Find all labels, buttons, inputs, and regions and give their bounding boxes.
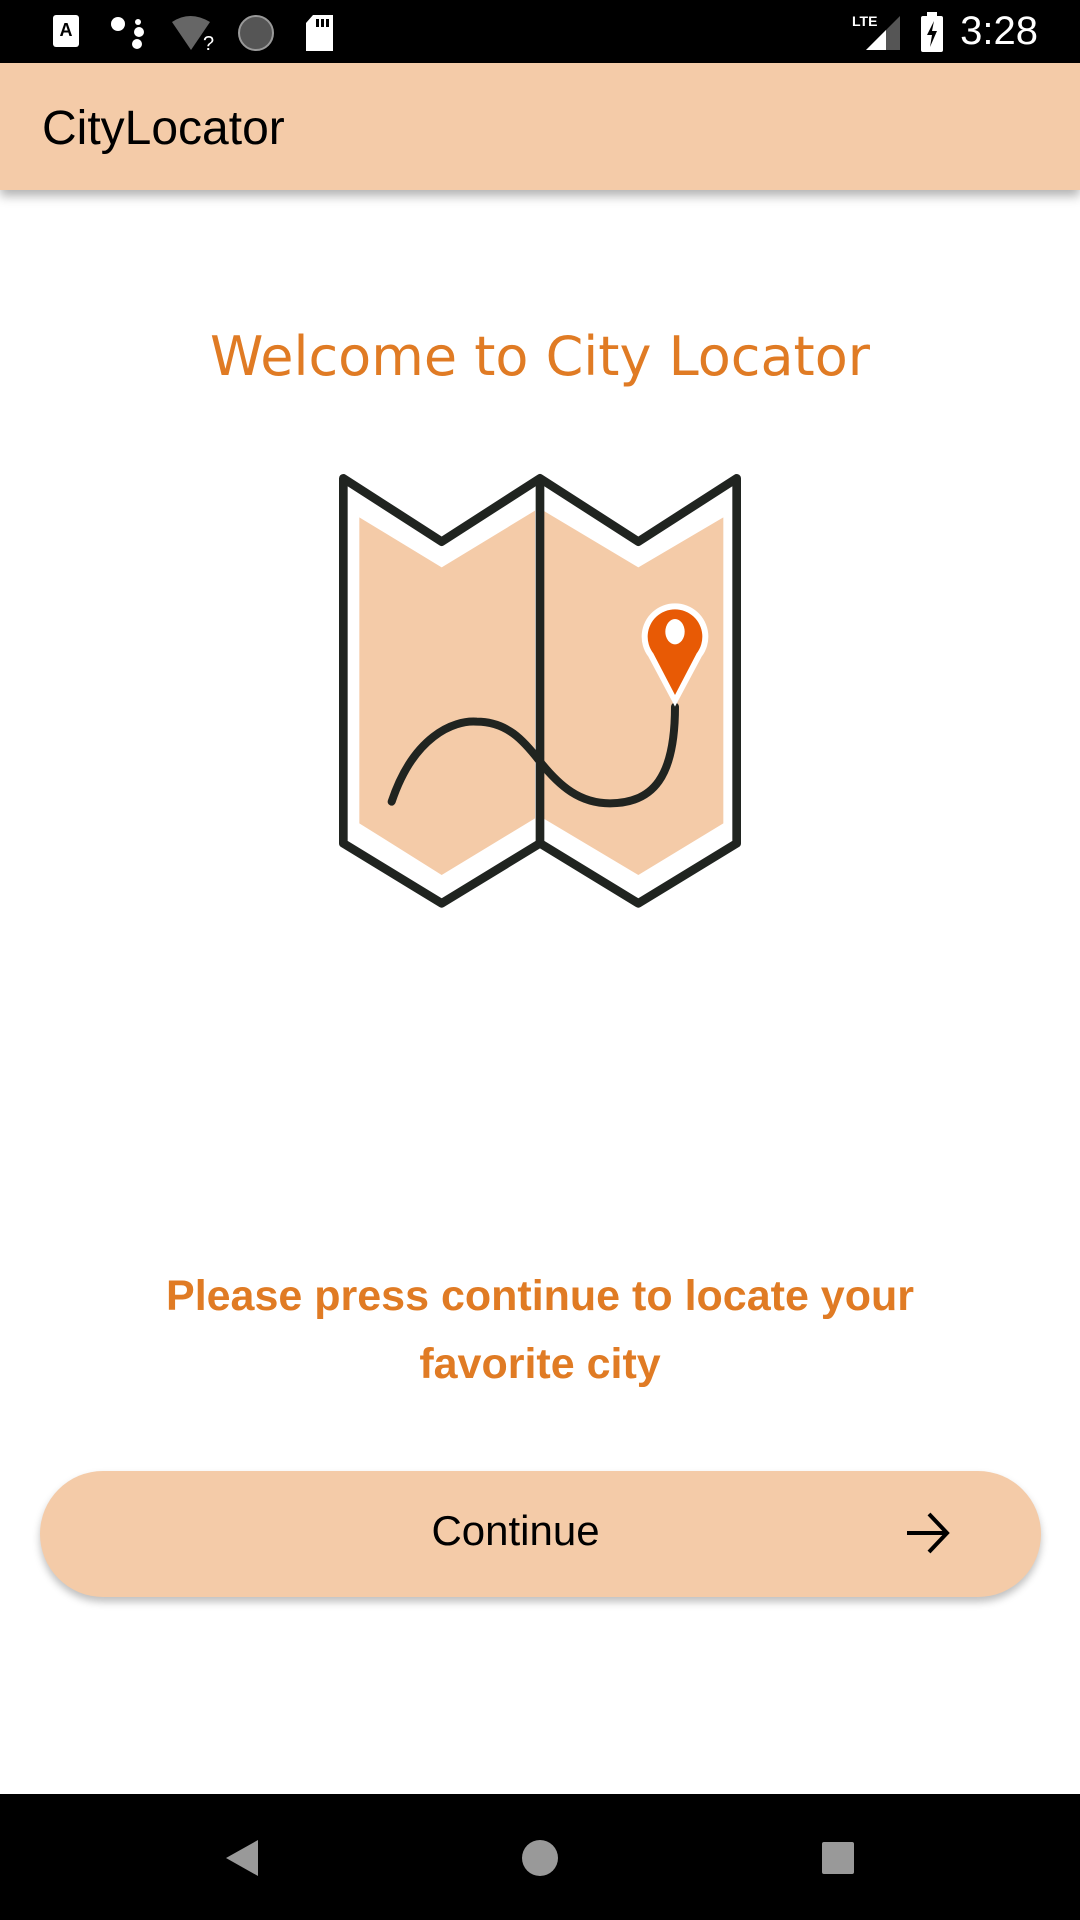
map-left-panel: [359, 510, 535, 875]
svg-text:LTE: LTE: [852, 13, 877, 29]
signal-icon: LTE: [852, 13, 900, 50]
instruction-text: Please press continue to locate your fav…: [166, 1272, 914, 1388]
battery-charging-icon: [921, 12, 943, 52]
recents-button[interactable]: [820, 1840, 856, 1876]
continue-label: Continue: [431, 1507, 600, 1554]
clock: 3:28: [960, 9, 1038, 53]
wifi-unknown-icon: ?: [172, 16, 214, 54]
home-button[interactable]: [520, 1838, 560, 1878]
sync-icon: [238, 15, 274, 51]
svg-text:A: A: [60, 20, 73, 40]
map-right-panel: [543, 510, 724, 875]
app-bar: CityLocator: [0, 63, 1080, 190]
sd-card-icon: [306, 15, 333, 51]
assistant-icon: [111, 17, 144, 49]
app-title: CityLocator: [42, 102, 285, 155]
arrow-right-icon: [907, 1512, 950, 1554]
map-illustration: [339, 474, 741, 908]
svg-text:?: ?: [203, 33, 214, 54]
continue-button[interactable]: Continue: [40, 1471, 1041, 1597]
back-button[interactable]: [222, 1838, 262, 1878]
a-notification-icon: A: [53, 15, 79, 47]
status-bar: A ? LTE 3:28: [0, 0, 1080, 63]
welcome-heading: Welcome to City Locator: [210, 325, 870, 388]
navigation-bar: [0, 1794, 1080, 1920]
